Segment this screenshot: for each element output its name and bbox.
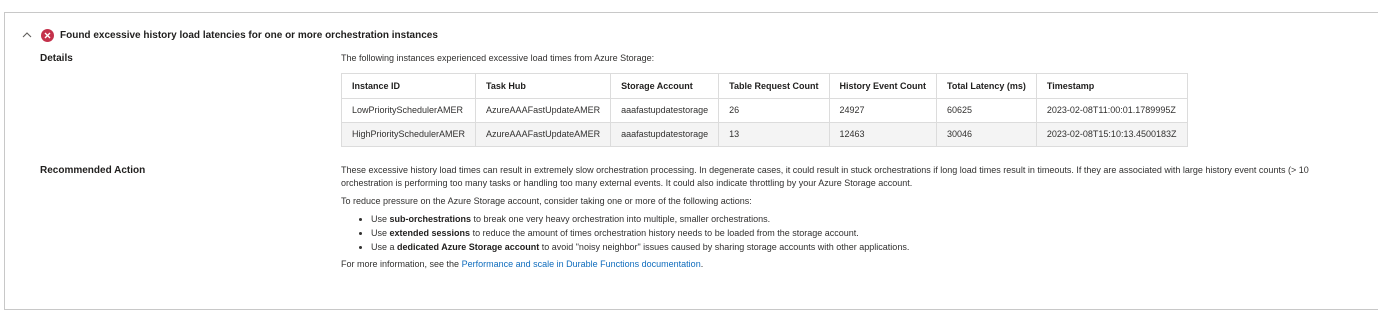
column-header: Task Hub: [475, 73, 612, 99]
table-header-row: Instance ID Task Hub Storage Account Tab…: [340, 73, 1188, 99]
table-cell: 26: [718, 98, 830, 123]
table-row: LowPrioritySchedulerAMER AzureAAAFastUpd…: [340, 98, 1188, 123]
table-cell: aaafastupdatestorage: [610, 98, 720, 123]
bullet-text: to avoid "noisy neighbor" issues caused …: [539, 242, 910, 252]
recommended-action-label: Recommended Action: [40, 165, 146, 176]
error-circle-icon: [41, 28, 54, 42]
table-cell: 2023-02-08T15:10:13.4500183Z: [1035, 122, 1188, 147]
column-header: Timestamp: [1035, 73, 1188, 99]
table-cell: LowPrioritySchedulerAMER: [340, 98, 477, 123]
table-cell: 24927: [828, 98, 938, 123]
recommendation-text-line: orchestration is performing too many tas…: [341, 178, 913, 188]
insight-header[interactable]: Found excessive history load latencies f…: [19, 27, 438, 43]
list-item: Use sub-orchestrations to break one very…: [371, 212, 1309, 226]
actions-list: Use sub-orchestrations to break one very…: [371, 212, 1309, 254]
details-label: Details: [40, 53, 73, 64]
column-header: Table Request Count: [718, 73, 830, 99]
chevron-up-icon[interactable]: [19, 27, 35, 43]
column-header: Total Latency (ms): [936, 73, 1037, 99]
list-item: Use a dedicated Azure Storage account to…: [371, 240, 1309, 254]
bullet-text: to break one very heavy orchestration in…: [471, 214, 771, 224]
table-cell: HighPrioritySchedulerAMER: [340, 122, 477, 147]
bullet-emphasis: sub-orchestrations: [389, 214, 472, 224]
table-cell: 13: [718, 122, 830, 147]
table-cell: 60625: [936, 98, 1037, 123]
details-content: The following instances experienced exce…: [340, 52, 1188, 147]
table-cell: aaafastupdatestorage: [610, 122, 720, 147]
recommended-content: These excessive history load times can r…: [341, 164, 1309, 271]
table-row: HighPrioritySchedulerAMER AzureAAAFastUp…: [340, 122, 1188, 147]
latency-table: Instance ID Task Hub Storage Account Tab…: [340, 73, 1188, 147]
insight-title: Found excessive history load latencies f…: [60, 29, 438, 41]
bullet-emphasis: extended sessions: [389, 228, 471, 238]
table-cell: AzureAAAFastUpdateAMER: [475, 98, 612, 123]
bullet-text: Use a: [371, 242, 398, 252]
bullet-emphasis: dedicated Azure Storage account: [397, 242, 540, 252]
more-info-prefix: For more information, see the: [341, 259, 462, 269]
table-cell: 30046: [936, 122, 1037, 147]
performance-docs-link[interactable]: Performance and scale in Durable Functio…: [462, 259, 701, 269]
list-item: Use extended sessions to reduce the amou…: [371, 226, 1309, 240]
bullet-text: Use: [371, 214, 390, 224]
more-info-suffix: .: [700, 259, 704, 269]
recommendation-text-line: These excessive history load times can r…: [341, 165, 1309, 175]
insight-panel: Found excessive history load latencies f…: [4, 12, 1378, 310]
table-cell: AzureAAAFastUpdateAMER: [475, 122, 612, 147]
column-header: History Event Count: [828, 73, 938, 99]
table-cell: 2023-02-08T11:00:01.1789995Z: [1035, 98, 1188, 123]
actions-intro: To reduce pressure on the Azure Storage …: [341, 196, 752, 206]
more-info-text: For more information, see the Performanc…: [341, 258, 1309, 271]
table-cell: 12463: [828, 122, 938, 147]
details-intro: The following instances experienced exce…: [341, 53, 655, 63]
bullet-text: Use: [371, 228, 390, 238]
bullet-text: to reduce the amount of times orchestrat…: [470, 228, 859, 238]
column-header: Storage Account: [610, 73, 720, 99]
column-header: Instance ID: [340, 73, 477, 99]
